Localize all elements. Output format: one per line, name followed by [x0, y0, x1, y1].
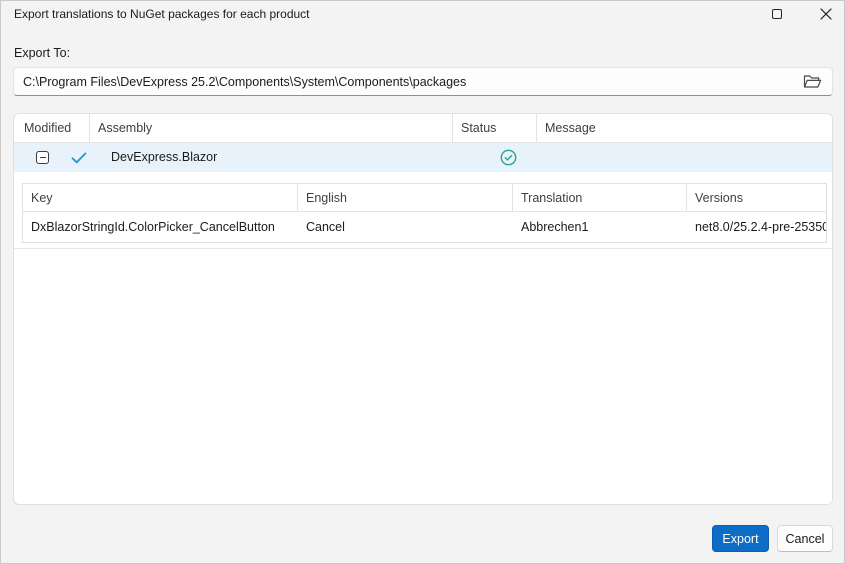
assembly-name: DevExpress.Blazor	[111, 150, 218, 164]
column-header-translation[interactable]: Translation	[513, 184, 687, 211]
column-header-status[interactable]: Status	[453, 114, 537, 142]
products-header-row: Modified Assembly Status Message	[14, 114, 832, 143]
window-title: Export translations to NuGet packages fo…	[14, 7, 310, 21]
column-header-key[interactable]: Key	[23, 184, 298, 211]
string-english: Cancel	[306, 220, 345, 234]
export-path-value: C:\Program Files\DevExpress 25.2\Compone…	[23, 74, 467, 89]
strings-header-row: Key English Translation Versions	[23, 184, 826, 212]
collapse-row-button[interactable]	[36, 151, 49, 164]
close-icon	[820, 8, 832, 20]
column-header-modified[interactable]: Modified	[14, 114, 90, 142]
open-folder-icon	[803, 75, 821, 88]
titlebar: Export translations to NuGet packages fo…	[0, 0, 845, 30]
status-success-icon	[500, 149, 517, 166]
product-row-devexpress-blazor[interactable]: DevExpress.Blazor	[14, 143, 832, 172]
cancel-button[interactable]: Cancel	[777, 525, 833, 552]
browse-button[interactable]	[794, 70, 830, 93]
string-translation: Abbrechen1	[521, 220, 589, 234]
product-detail-row: Key English Translation Versions DxBlazo…	[14, 172, 832, 249]
close-button[interactable]	[806, 0, 845, 28]
modified-check-icon	[71, 152, 87, 164]
column-header-assembly[interactable]: Assembly	[90, 114, 453, 142]
export-to-label: Export To:	[14, 46, 71, 60]
maximize-button[interactable]	[757, 0, 797, 28]
column-header-english[interactable]: English	[298, 184, 513, 211]
column-header-message[interactable]: Message	[537, 114, 832, 142]
string-versions: net8.0/25.2.4-pre-25350	[695, 220, 826, 234]
string-row[interactable]: DxBlazorStringId.ColorPicker_CancelButto…	[23, 212, 826, 242]
export-button[interactable]: Export	[712, 525, 769, 552]
products-panel: Modified Assembly Status Message DevExpr…	[13, 113, 833, 505]
collapse-icon	[39, 156, 46, 159]
export-path-input[interactable]: C:\Program Files\DevExpress 25.2\Compone…	[13, 67, 833, 96]
strings-table: Key English Translation Versions DxBlazo…	[22, 183, 827, 243]
maximize-icon	[772, 9, 782, 19]
string-key: DxBlazorStringId.ColorPicker_CancelButto…	[31, 220, 275, 234]
column-header-versions[interactable]: Versions	[687, 184, 826, 211]
export-dialog: Export translations to NuGet packages fo…	[0, 0, 845, 564]
